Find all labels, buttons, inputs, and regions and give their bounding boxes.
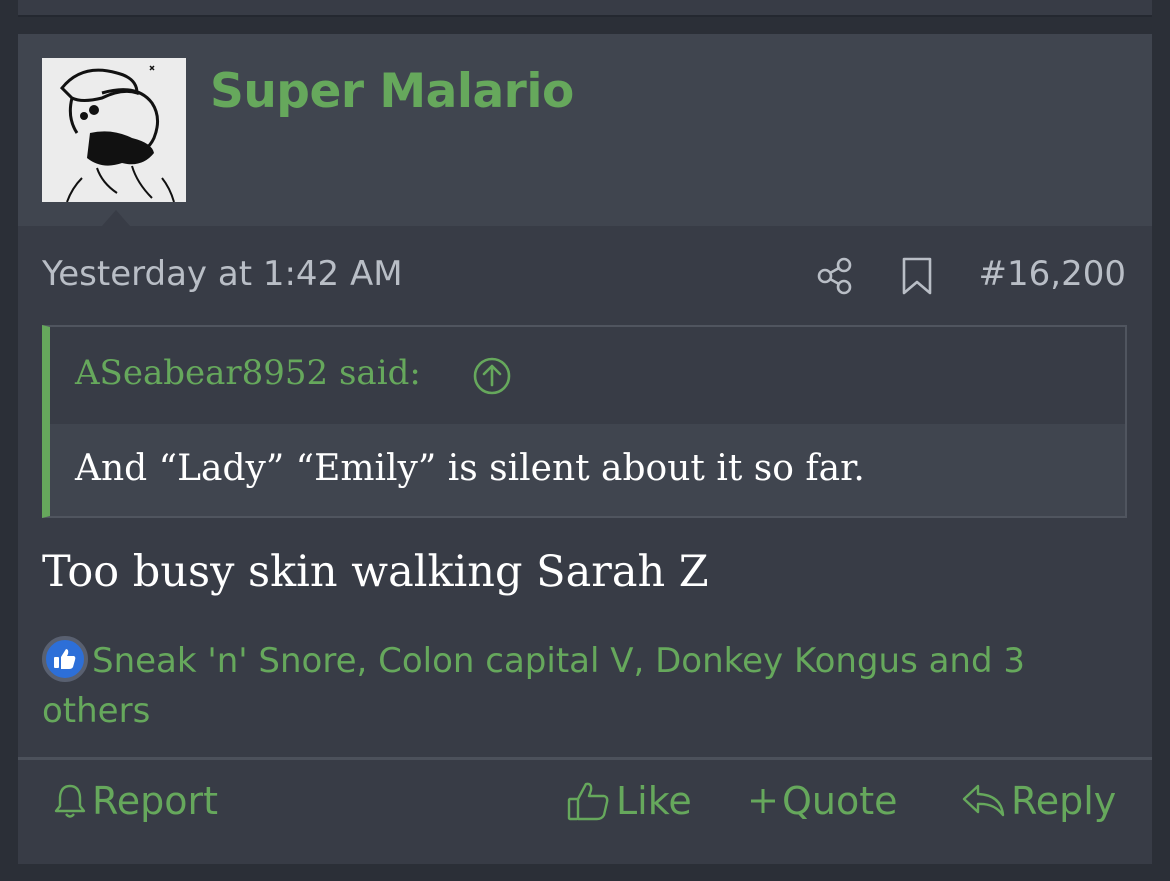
reactions-text[interactable]: Sneak 'n' Snore, Colon capital V, Donkey… (42, 641, 1025, 731)
quote-author-link[interactable]: ASeabear8952 said: (75, 353, 421, 393)
quote-button[interactable]: Quote (748, 776, 898, 826)
previous-post-edge (18, 0, 1152, 17)
avatar-pointer (102, 210, 130, 226)
reply-icon (962, 784, 1005, 817)
username-link[interactable]: Super Malario (210, 64, 574, 119)
post-timestamp[interactable]: Yesterday at 1:42 AM (42, 254, 403, 294)
plus-icon (751, 789, 775, 813)
quote-header: ASeabear8952 said: (50, 327, 1125, 424)
bookmark-icon[interactable] (900, 256, 934, 296)
report-button[interactable]: Report (52, 776, 218, 826)
quote-block: ASeabear8952 said: And “Lady” “Emily” is… (42, 325, 1127, 518)
like-button[interactable]: Like (566, 776, 692, 826)
bell-icon (54, 784, 86, 818)
post-number-link[interactable]: #16,200 (979, 254, 1126, 294)
arrow-up-circle-icon[interactable] (472, 356, 512, 396)
post-header: Super Malario (18, 34, 1152, 226)
avatar[interactable] (42, 58, 186, 202)
quote-body: And “Lady” “Emily” is silent about it so… (50, 424, 1125, 516)
share-icon[interactable] (815, 256, 853, 296)
reply-button[interactable]: Reply (961, 776, 1116, 826)
reply-label: Reply (1011, 779, 1117, 823)
quote-text: And “Lady” “Emily” is silent about it so… (75, 448, 865, 489)
thumbs-up-outline-icon (567, 782, 609, 821)
report-label: Report (92, 779, 218, 823)
reactions-bar[interactable]: Sneak 'n' Snore, Colon capital V, Donkey… (42, 636, 1102, 736)
thumbs-up-icon (42, 636, 88, 682)
post-card: Super Malario Yesterday at 1:42 AM #16,2… (18, 34, 1152, 864)
like-label: Like (616, 779, 692, 823)
quote-label: Quote (782, 779, 898, 823)
footer-divider (18, 757, 1152, 760)
post-message: Too busy skin walking Sarah Z (42, 547, 709, 597)
